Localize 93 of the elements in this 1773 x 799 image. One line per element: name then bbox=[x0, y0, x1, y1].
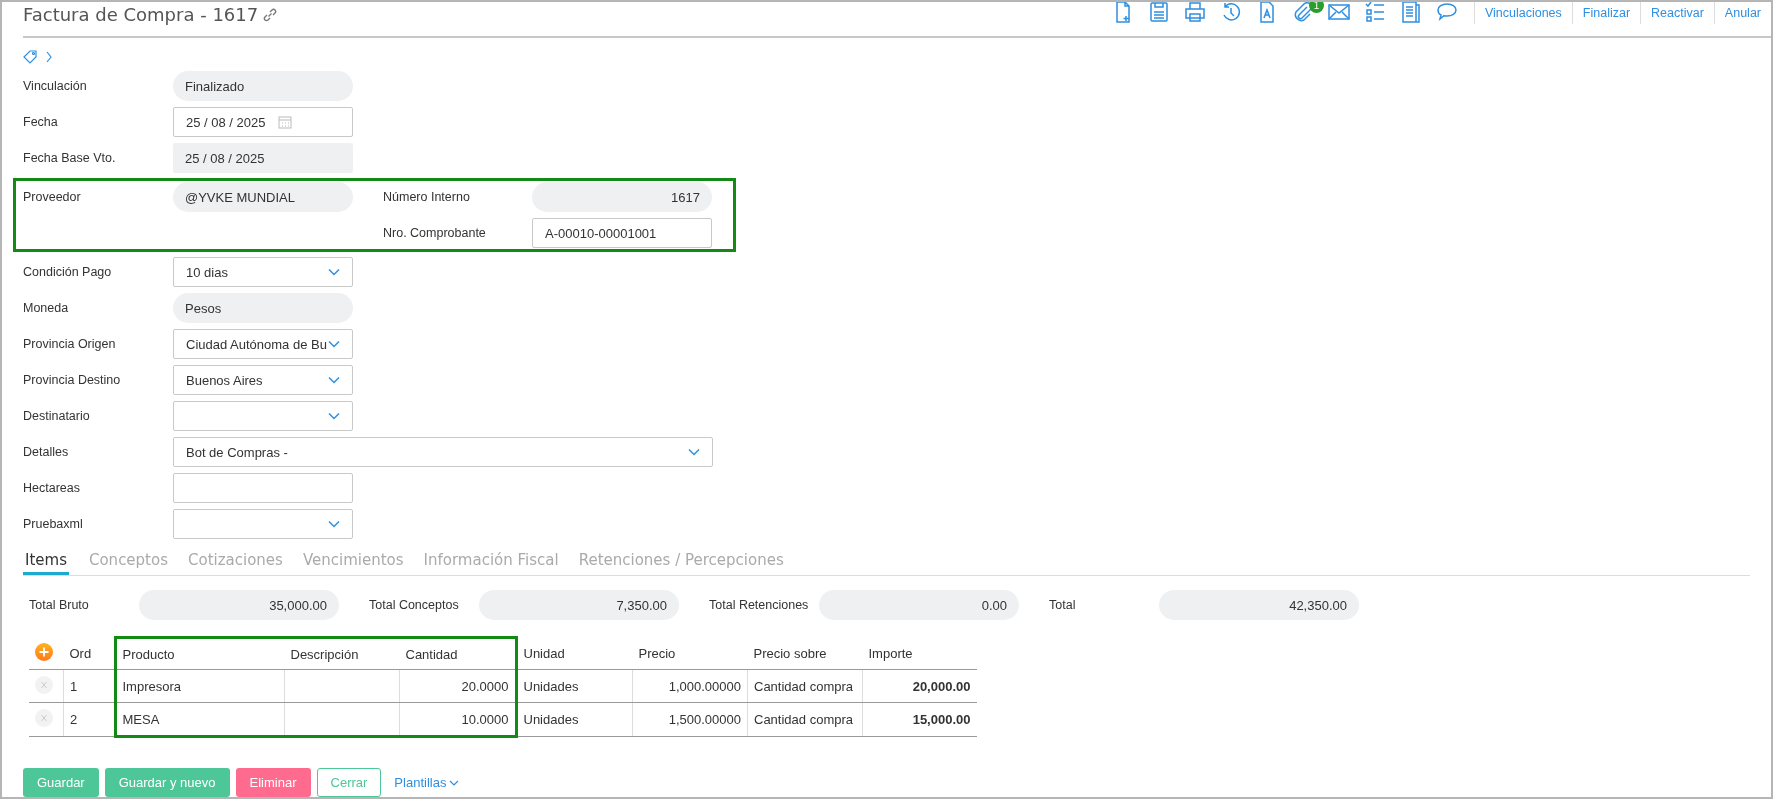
table-cell: 20.0000 bbox=[399, 669, 516, 703]
form-button[interactable]: Guardar y nuevo bbox=[104, 768, 230, 797]
select-field[interactable] bbox=[173, 401, 353, 431]
field-label: Fecha Base Vto. bbox=[23, 151, 117, 165]
field-label: Detalles bbox=[23, 445, 70, 459]
column-header: Precio bbox=[632, 637, 748, 670]
tab[interactable]: Información Fiscal bbox=[423, 548, 569, 575]
readonly-field: 1617 bbox=[532, 182, 712, 212]
table-cell: 20,000.00 bbox=[862, 669, 977, 703]
field-label: Pruebaxml bbox=[23, 517, 84, 531]
table-cell: Cantidad compra bbox=[747, 702, 863, 737]
column-header: Importe bbox=[862, 637, 977, 670]
tab[interactable]: Items bbox=[23, 548, 69, 575]
delete-button[interactable]: Eliminar bbox=[235, 768, 311, 797]
templates-dropdown[interactable]: Plantillas bbox=[387, 768, 467, 797]
select-field[interactable]: 10 dias bbox=[173, 257, 353, 287]
column-header: Unidad bbox=[516, 637, 633, 670]
table-cell: 10.0000 bbox=[399, 702, 516, 737]
attachment-count-badge: 1 bbox=[1308, 2, 1324, 13]
column-header: Ord bbox=[63, 637, 115, 670]
tag-icon[interactable] bbox=[23, 50, 38, 64]
total-value: 0.00 bbox=[819, 590, 1019, 620]
chat-bubble-icon[interactable] bbox=[1435, 2, 1458, 23]
column-header: Descripción bbox=[284, 637, 400, 670]
table-cell: MESA bbox=[115, 702, 285, 737]
field-label: Proveedor bbox=[23, 190, 82, 204]
column-header: Cantidad bbox=[399, 637, 516, 670]
form-button[interactable]: Guardar bbox=[23, 768, 99, 797]
field-label: Moneda bbox=[23, 301, 70, 315]
tab[interactable]: Vencimientos bbox=[302, 548, 414, 575]
select-field[interactable] bbox=[173, 509, 353, 539]
save-icon[interactable] bbox=[1147, 2, 1170, 23]
table-cell: Unidades bbox=[516, 669, 633, 703]
total-value: 7,350.00 bbox=[479, 590, 679, 620]
field-label: Destinatario bbox=[23, 409, 91, 423]
mail-icon[interactable] bbox=[1327, 2, 1350, 23]
print-icon[interactable] bbox=[1183, 2, 1206, 23]
field-label: Condición Pago bbox=[23, 265, 113, 279]
select-field[interactable]: Ciudad Autónoma de Bu bbox=[173, 329, 353, 359]
toolbar-action-button[interactable]: Anular bbox=[1713, 2, 1771, 24]
total-label: Total Retenciones bbox=[709, 598, 810, 612]
chevron-icon bbox=[328, 376, 340, 384]
chevron-down-icon bbox=[449, 779, 460, 786]
date-field[interactable]: 25 / 08 / 2025 bbox=[173, 107, 353, 137]
field-label: Hectareas bbox=[23, 481, 81, 495]
column-header: Producto bbox=[115, 637, 285, 670]
chevron-right-icon[interactable] bbox=[46, 51, 52, 63]
checklist-icon[interactable] bbox=[1363, 2, 1386, 23]
total-value: 42,350.00 bbox=[1159, 590, 1359, 620]
table-cell: 15,000.00 bbox=[862, 702, 977, 737]
readonly-field: Finalizado bbox=[173, 71, 353, 101]
input-field[interactable] bbox=[173, 473, 353, 503]
field-label: Provincia Destino bbox=[23, 373, 122, 387]
table-cell: Unidades bbox=[516, 702, 633, 737]
table-cell: Impresora bbox=[115, 669, 285, 703]
input-field[interactable]: A-00010-00001001 bbox=[532, 218, 712, 248]
table-cell: 1 bbox=[63, 669, 115, 703]
readonly-field: @YVKE MUNDIAL bbox=[173, 182, 353, 212]
toolbar-action-button[interactable]: Vinculaciones bbox=[1473, 2, 1572, 24]
column-header: Precio sobre bbox=[747, 637, 863, 670]
table-cell: 2 bbox=[63, 702, 115, 737]
chevron-icon bbox=[688, 448, 700, 456]
chevron-icon bbox=[328, 412, 340, 420]
tab[interactable]: Conceptos bbox=[88, 548, 178, 575]
add-row-icon[interactable] bbox=[35, 642, 53, 661]
toolbar-action-button[interactable]: Finalizar bbox=[1571, 2, 1641, 24]
document-icon[interactable] bbox=[1399, 2, 1422, 23]
toolbar-action-button[interactable]: Reactivar bbox=[1640, 2, 1714, 24]
page-title: Factura de Compra - 1617 bbox=[23, 4, 259, 25]
tab[interactable]: Retenciones / Percepciones bbox=[578, 548, 794, 575]
table-cell: 1,000.00000 bbox=[632, 669, 748, 703]
calendar-icon bbox=[277, 115, 292, 129]
field-label: Vinculación bbox=[23, 79, 88, 93]
field-label: Fecha bbox=[23, 115, 59, 129]
table-cell: 1,500.00000 bbox=[632, 702, 748, 737]
select-field[interactable]: Buenos Aires bbox=[173, 365, 353, 395]
field-label: Nro. Comprobante bbox=[383, 226, 487, 240]
chevron-icon bbox=[328, 340, 340, 348]
field-label: Provincia Origen bbox=[23, 337, 117, 351]
total-label: Total Conceptos bbox=[369, 598, 460, 612]
total-label: Total bbox=[1049, 598, 1077, 612]
readonly-field: Pesos bbox=[173, 293, 353, 323]
form-button[interactable]: Cerrar bbox=[316, 768, 382, 797]
chevron-icon bbox=[328, 268, 340, 276]
link-icon[interactable] bbox=[262, 6, 279, 23]
total-value: 35,000.00 bbox=[139, 590, 339, 620]
tab[interactable]: Cotizaciones bbox=[188, 548, 293, 575]
field-label: Número Interno bbox=[383, 190, 471, 204]
chevron-icon bbox=[328, 520, 340, 528]
total-label: Total Bruto bbox=[29, 598, 90, 612]
select-field[interactable]: Bot de Compras - bbox=[173, 437, 713, 467]
table-cell: Cantidad compra bbox=[747, 669, 863, 703]
readonly-date-field: 25 / 08 / 2025 bbox=[173, 143, 353, 173]
